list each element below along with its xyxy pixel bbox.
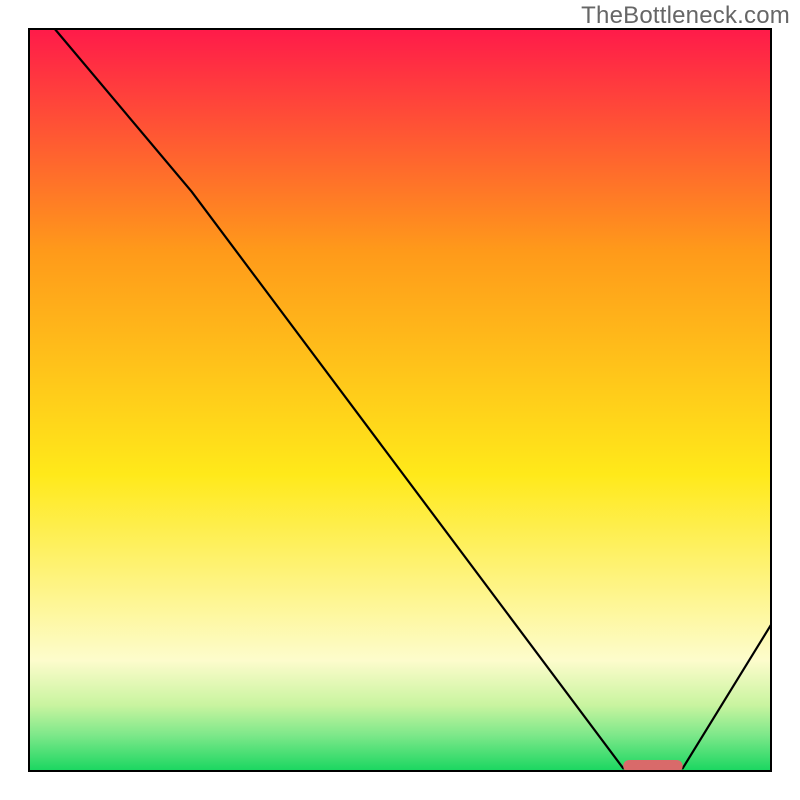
optimal-range-marker — [623, 760, 683, 772]
bottleneck-curve — [28, 28, 772, 768]
curve-layer — [28, 28, 772, 772]
plot-area — [28, 28, 772, 772]
chart-canvas: TheBottleneck.com — [0, 0, 800, 800]
watermark-text: TheBottleneck.com — [581, 2, 790, 30]
